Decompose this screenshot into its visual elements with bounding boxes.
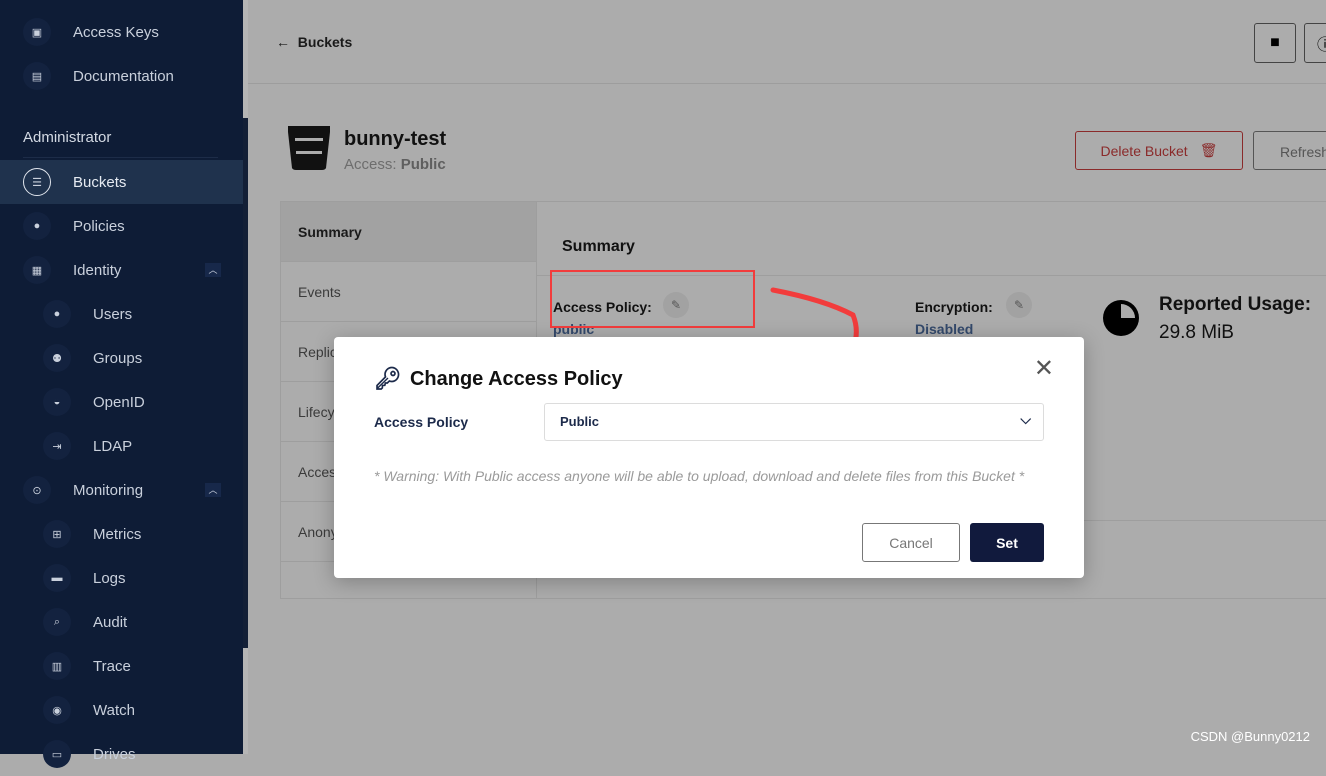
label: LDAP xyxy=(93,437,133,455)
watch-icon: ◉ xyxy=(43,696,71,724)
dialog-title: 🔑︎ Change Access Policy xyxy=(374,366,623,392)
warning-text: * Warning: With Public access anyone wil… xyxy=(374,468,1025,484)
label: Delete Bucket xyxy=(1100,142,1188,159)
sidebar-scrollbar[interactable] xyxy=(243,0,248,754)
audit-icon: ⌕ xyxy=(43,608,71,636)
bucket-name: bunny-test xyxy=(344,128,447,150)
sidebar-item-drives[interactable]: ▭ Drives xyxy=(0,732,243,776)
label: OpenID xyxy=(93,393,145,411)
label: Buckets xyxy=(73,173,127,191)
label: Groups xyxy=(93,349,143,367)
documentation-icon: ▤ xyxy=(23,62,51,90)
identity-icon: ▦ xyxy=(23,256,51,284)
sidebar-item-ldap[interactable]: ⇥ LDAP xyxy=(0,424,243,468)
annotation-box xyxy=(550,270,755,328)
label: Policies xyxy=(73,217,125,235)
encryption-label: Encryption: xyxy=(915,299,993,315)
sidebar-item-buckets[interactable]: ☰ Buckets xyxy=(0,160,243,204)
label: Monitoring xyxy=(73,481,144,499)
sidebar-item-identity[interactable]: ▦ Identity ︿ xyxy=(0,248,243,292)
label: Users xyxy=(93,305,133,323)
label: Identity xyxy=(73,261,122,279)
label: Documentation xyxy=(73,67,174,85)
refresh-button[interactable]: Refresh xyxy=(1253,131,1326,170)
trace-icon: ▥ xyxy=(43,652,71,680)
bucket-access: Access: Public xyxy=(344,156,446,173)
access-policy-select[interactable]: Public ⌵ xyxy=(544,403,1044,441)
pencil-icon: ✎ xyxy=(1013,298,1025,312)
sidebar-item-monitoring[interactable]: ⊙ Monitoring ︿ xyxy=(0,468,243,512)
sidebar-item-trace[interactable]: ▥ Trace xyxy=(0,644,243,688)
access-keys-icon: ▣ xyxy=(23,18,51,46)
chevron-down-icon: ⌵ xyxy=(1020,411,1031,427)
logs-icon: ▬ xyxy=(43,564,71,592)
label: Logs xyxy=(93,569,126,587)
access-label: Access: xyxy=(344,156,397,173)
sidebar-item-policies[interactable]: ● Policies xyxy=(0,204,243,248)
tab-summary[interactable]: Summary xyxy=(281,202,536,262)
openid-icon: ◒ xyxy=(43,388,71,416)
sidebar-item-users[interactable]: ● Users xyxy=(0,292,243,336)
info-icon: ⓘ xyxy=(1316,37,1326,54)
pie-chart-icon xyxy=(1103,300,1139,336)
folder-icon: ■ xyxy=(1270,34,1280,51)
scrollbar-thumb[interactable] xyxy=(243,118,248,648)
policy-icon: ● xyxy=(23,212,51,240)
chevron-up-icon[interactable]: ︿ xyxy=(205,263,221,277)
monitoring-icon: ⊙ xyxy=(23,476,51,504)
usage-label: Reported Usage: xyxy=(1159,294,1312,315)
change-access-policy-dialog: 🔑︎ Change Access Policy ✕ Access Policy P… xyxy=(334,337,1084,578)
top-bar: ← Buckets ■ ⓘ xyxy=(248,0,1326,84)
chevron-up-icon[interactable]: ︿ xyxy=(205,483,221,497)
watermark: CSDN @Bunny0212 xyxy=(1190,729,1310,744)
sidebar-item-audit[interactable]: ⌕ Audit xyxy=(0,600,243,644)
info-button[interactable]: ⓘ xyxy=(1304,23,1326,63)
metrics-icon: ⊞ xyxy=(43,520,71,548)
sidebar-item-groups[interactable]: ⚉ Groups xyxy=(0,336,243,380)
encryption-value: Disabled xyxy=(915,321,974,337)
sidebar-item-openid[interactable]: ◒ OpenID xyxy=(0,380,243,424)
section-title: Administrator xyxy=(23,129,112,146)
label: Audit xyxy=(93,613,128,631)
divider xyxy=(23,157,218,158)
set-button[interactable]: Set xyxy=(970,523,1044,562)
label: Access Keys xyxy=(73,23,159,41)
access-value: Public xyxy=(400,156,446,173)
login-icon: ⇥ xyxy=(43,432,71,460)
label: Metrics xyxy=(93,525,142,543)
user-icon: ● xyxy=(43,300,71,328)
sidebar-item-logs[interactable]: ▬ Logs xyxy=(0,556,243,600)
sidebar-item-metrics[interactable]: ⊞ Metrics xyxy=(0,512,243,556)
label: Watch xyxy=(93,701,135,719)
sidebar-item-watch[interactable]: ◉ Watch xyxy=(0,688,243,732)
cancel-button[interactable]: Cancel xyxy=(862,523,960,562)
tab-events[interactable]: Events xyxy=(281,262,536,322)
key-icon: 🔑︎ xyxy=(374,366,402,391)
bucket-icon xyxy=(288,126,330,170)
sidebar: ▣ Access Keys ▤ Documentation Administrato… xyxy=(0,0,243,768)
label: Trace xyxy=(93,657,131,675)
sidebar-item-access-keys[interactable]: ▣ Access Keys xyxy=(0,10,243,54)
title-text: Change Access Policy xyxy=(409,367,623,390)
delete-bucket-button[interactable]: Delete Bucket 🗑︎ xyxy=(1075,131,1243,170)
groups-icon: ⚉ xyxy=(43,344,71,372)
usage-value: 29.8 MiB xyxy=(1159,322,1234,343)
back-link[interactable]: ← Buckets xyxy=(276,34,352,50)
close-icon[interactable]: ✕ xyxy=(1034,354,1054,383)
edit-encryption-button[interactable]: ✎ xyxy=(1006,292,1032,318)
bucket-icon: ☰ xyxy=(23,168,51,196)
arrow-left-icon: ← xyxy=(276,34,298,50)
back-label: Buckets xyxy=(297,34,353,50)
selected-value: Public xyxy=(560,414,600,429)
drives-icon: ▭ xyxy=(43,740,71,768)
summary-heading: Summary xyxy=(562,238,635,255)
label: Drives xyxy=(93,745,136,763)
access-policy-field-label: Access Policy xyxy=(374,414,469,430)
trash-icon: 🗑︎ xyxy=(1199,142,1218,158)
browse-button[interactable]: ■ xyxy=(1254,23,1296,63)
sidebar-item-documentation[interactable]: ▤ Documentation xyxy=(0,54,243,98)
